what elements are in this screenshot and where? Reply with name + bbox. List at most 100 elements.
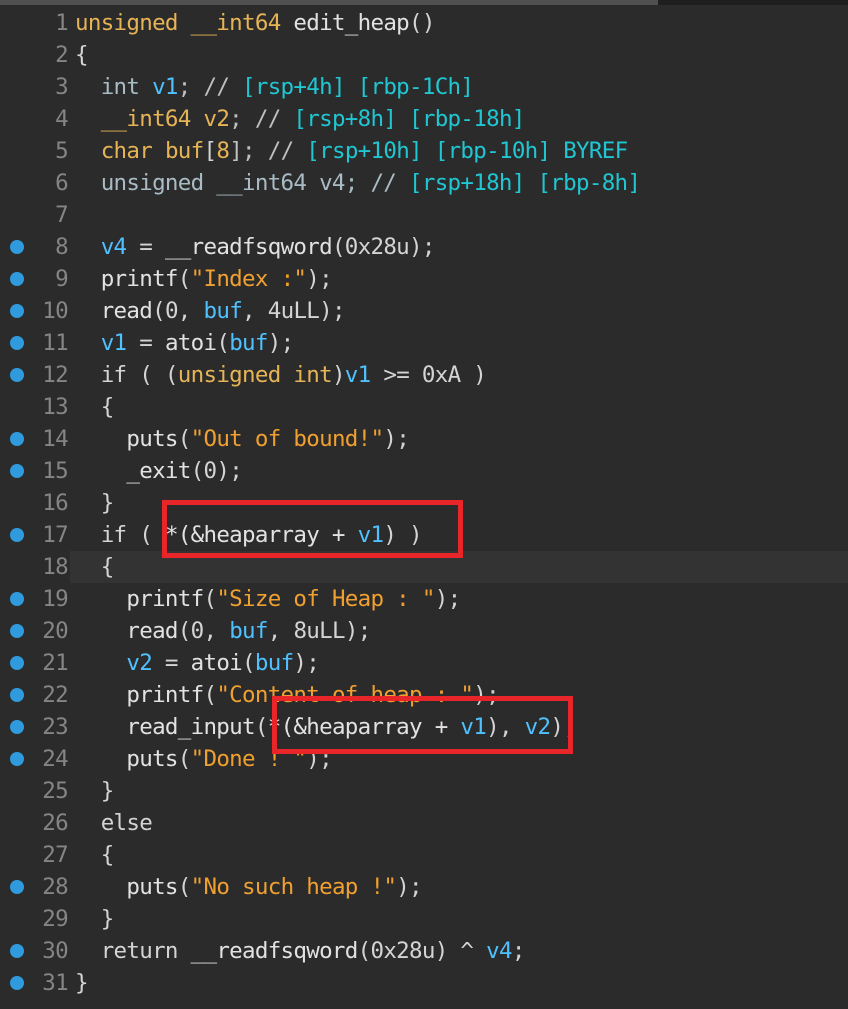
breakpoint-dot-icon[interactable] bbox=[10, 944, 24, 958]
breakpoint-dot-icon[interactable] bbox=[10, 528, 24, 542]
code-line-3[interactable]: 3 int v1; // [rsp+4h] [rbp-1Ch] bbox=[0, 71, 848, 103]
code-text[interactable]: read(0, buf, 8uLL); bbox=[75, 615, 371, 647]
code-text[interactable]: unsigned __int64 v4; // [rsp+18h] [rbp-8… bbox=[75, 167, 641, 199]
line-number: 21 bbox=[42, 650, 68, 676]
code-line-10[interactable]: 10 read(0, buf, 4uLL); bbox=[0, 295, 848, 327]
code-token: buf bbox=[203, 298, 243, 324]
code-line-17[interactable]: 17 if ( *(&heaparray + v1) ) bbox=[0, 519, 848, 551]
code-text[interactable]: unsigned __int64 edit_heap() bbox=[75, 7, 435, 39]
line-number: 20 bbox=[42, 618, 68, 644]
code-line-2[interactable]: 2{ bbox=[0, 39, 848, 71]
code-token: [rsp+10h] [rbp-10h] BYREF bbox=[306, 138, 628, 164]
line-number: 19 bbox=[42, 586, 68, 612]
code-token: buf bbox=[254, 650, 294, 676]
code-text[interactable]: { bbox=[75, 551, 115, 583]
code-line-29[interactable]: 29 } bbox=[0, 903, 848, 935]
code-line-27[interactable]: 27 { bbox=[0, 839, 848, 871]
code-text[interactable]: puts("No such heap !"); bbox=[75, 871, 422, 903]
code-line-4[interactable]: 4 __int64 v2; // [rsp+8h] [rbp-18h] bbox=[0, 103, 848, 135]
code-token: ), bbox=[486, 714, 525, 740]
line-number: 9 bbox=[55, 266, 69, 292]
code-text[interactable]: char buf[8]; // [rsp+10h] [rbp-10h] BYRE… bbox=[75, 135, 628, 167]
code-line-8[interactable]: 8 v4 = __readfsqword(0x28u); bbox=[0, 231, 848, 263]
breakpoint-dot-icon[interactable] bbox=[10, 336, 24, 350]
code-token: ( bbox=[177, 618, 192, 644]
breakpoint-dot-icon[interactable] bbox=[10, 240, 24, 254]
code-text[interactable]: v2 = atoi(buf); bbox=[75, 647, 319, 679]
code-token: edit_heap bbox=[293, 10, 410, 36]
code-text[interactable]: printf("Size of Heap : "); bbox=[75, 583, 461, 615]
code-line-11[interactable]: 11 v1 = atoi(buf); bbox=[0, 327, 848, 359]
code-line-5[interactable]: 5 char buf[8]; // [rsp+10h] [rbp-10h] BY… bbox=[0, 135, 848, 167]
code-text[interactable]: printf("Content of heap : "); bbox=[75, 679, 499, 711]
code-text[interactable]: { bbox=[75, 391, 115, 423]
code-text[interactable]: read(0, buf, 4uLL); bbox=[75, 295, 346, 327]
code-line-16[interactable]: 16 } bbox=[0, 487, 848, 519]
code-text[interactable]: } bbox=[75, 967, 89, 999]
code-token: 4uLL bbox=[267, 298, 320, 324]
code-text[interactable]: } bbox=[75, 487, 115, 519]
code-line-30[interactable]: 30 return __readfsqword(0x28u) ^ v4; bbox=[0, 935, 848, 967]
code-text[interactable]: v1 = atoi(buf); bbox=[75, 327, 294, 359]
code-line-18[interactable]: 18 { bbox=[0, 551, 848, 583]
code-line-28[interactable]: 28 puts("No such heap !"); bbox=[0, 871, 848, 903]
code-token: [rsp+8h] [rbp-18h] bbox=[293, 106, 525, 132]
code-line-14[interactable]: 14 puts("Out of bound!"); bbox=[0, 423, 848, 455]
code-token: [ bbox=[203, 138, 217, 164]
code-text[interactable]: puts("Done ! "); bbox=[75, 743, 332, 775]
code-text[interactable]: puts("Out of bound!"); bbox=[75, 423, 409, 455]
code-line-15[interactable]: 15 _exit(0); bbox=[0, 455, 848, 487]
breakpoint-dot-icon[interactable] bbox=[10, 688, 24, 702]
code-text[interactable]: if ( (unsigned int)v1 >= 0xA ) bbox=[75, 359, 487, 391]
code-text[interactable]: return __readfsqword(0x28u) ^ v4; bbox=[75, 935, 526, 967]
breakpoint-dot-icon[interactable] bbox=[10, 880, 24, 894]
breakpoint-dot-icon[interactable] bbox=[10, 464, 24, 478]
code-text[interactable]: } bbox=[75, 903, 115, 935]
horizontal-scrollbar[interactable] bbox=[0, 0, 848, 5]
code-token: char bbox=[75, 138, 165, 164]
breakpoint-dot-icon[interactable] bbox=[10, 624, 24, 638]
code-line-22[interactable]: 22 printf("Content of heap : "); bbox=[0, 679, 848, 711]
breakpoint-dot-icon[interactable] bbox=[10, 272, 24, 286]
code-text[interactable]: { bbox=[75, 39, 89, 71]
code-text[interactable]: int v1; // [rsp+4h] [rbp-1Ch] bbox=[75, 71, 474, 103]
code-line-31[interactable]: 31} bbox=[0, 967, 848, 999]
code-line-12[interactable]: 12 if ( (unsigned int)v1 >= 0xA ) bbox=[0, 359, 848, 391]
breakpoint-dot-icon[interactable] bbox=[10, 976, 24, 990]
code-token: puts bbox=[75, 426, 178, 452]
code-line-19[interactable]: 19 printf("Size of Heap : "); bbox=[0, 583, 848, 615]
breakpoint-dot-icon[interactable] bbox=[10, 368, 24, 382]
code-text[interactable]: v4 = __readfsqword(0x28u); bbox=[75, 231, 436, 263]
code-text[interactable]: read_input(*(&heaparray + v1), v2); bbox=[75, 711, 576, 743]
code-token: __int64 bbox=[75, 106, 204, 132]
breakpoint-dot-icon[interactable] bbox=[10, 720, 24, 734]
scrollbar-thumb[interactable] bbox=[0, 0, 658, 5]
code-line-23[interactable]: 23 read_input(*(&heaparray + v1), v2); bbox=[0, 711, 848, 743]
code-line-6[interactable]: 6 unsigned __int64 v4; // [rsp+18h] [rbp… bbox=[0, 167, 848, 199]
code-text[interactable]: _exit(0); bbox=[75, 455, 242, 487]
breakpoint-dot-icon[interactable] bbox=[10, 592, 24, 606]
breakpoint-dot-icon[interactable] bbox=[10, 656, 24, 670]
code-line-7[interactable]: 7 bbox=[0, 199, 848, 231]
pseudocode-editor[interactable]: 1 unsigned __int64 edit_heap() 2{3 int v1;… bbox=[0, 7, 848, 999]
code-line-9[interactable]: 9 printf("Index :"); bbox=[0, 263, 848, 295]
code-text[interactable]: __int64 v2; // [rsp+8h] [rbp-18h] bbox=[75, 103, 526, 135]
code-line-1[interactable]: 1 unsigned __int64 edit_heap() bbox=[0, 7, 848, 39]
breakpoint-dot-icon[interactable] bbox=[10, 432, 24, 446]
code-text[interactable]: else bbox=[75, 807, 153, 839]
code-line-20[interactable]: 20 read(0, buf, 8uLL); bbox=[0, 615, 848, 647]
code-token: } bbox=[75, 906, 115, 932]
code-text[interactable]: if ( *(&heaparray + v1) ) bbox=[75, 519, 423, 551]
code-line-26[interactable]: 26 else bbox=[0, 807, 848, 839]
code-line-25[interactable]: 25 } bbox=[0, 775, 848, 807]
code-text[interactable]: { bbox=[75, 839, 115, 871]
code-line-24[interactable]: 24 puts("Done ! "); bbox=[0, 743, 848, 775]
code-line-13[interactable]: 13 { bbox=[0, 391, 848, 423]
code-text[interactable]: } bbox=[75, 775, 115, 807]
code-line-21[interactable]: 21 v2 = atoi(buf); bbox=[0, 647, 848, 679]
breakpoint-dot-icon[interactable] bbox=[10, 752, 24, 766]
breakpoint-dot-icon[interactable] bbox=[10, 304, 24, 318]
code-text[interactable]: printf("Index :"); bbox=[75, 263, 333, 295]
line-number: 8 bbox=[55, 234, 69, 260]
code-token: __readfsqword bbox=[164, 234, 333, 260]
